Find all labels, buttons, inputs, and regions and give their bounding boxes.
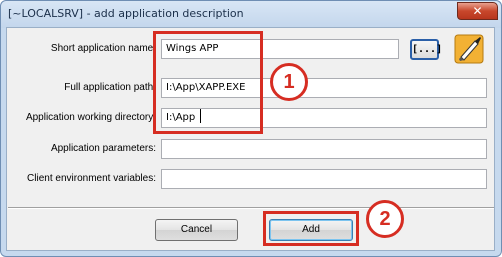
client-env-field[interactable] [161, 169, 487, 189]
annotation-box-1 [153, 31, 263, 134]
annotation-box-2 [263, 211, 359, 246]
title-bar[interactable]: [~LOCALSRV] - add application descriptio… [1, 1, 501, 28]
separator [8, 207, 494, 209]
parameters-field[interactable] [161, 139, 487, 159]
close-button[interactable]: ✕ [457, 2, 498, 20]
cancel-button[interactable]: Cancel [155, 219, 238, 241]
annotation-step-1: 1 [270, 63, 308, 101]
full-path-label: Full application path: [64, 82, 156, 93]
short-name-label: Short application name: [50, 43, 156, 54]
browse-button[interactable]: [...] [410, 39, 442, 60]
parameters-label: Application parameters: [50, 143, 156, 154]
working-dir-label: Application working directory: [25, 112, 156, 123]
window-title: [~LOCALSRV] - add application descriptio… [8, 7, 244, 20]
paint-brush-arrow-icon[interactable] [453, 33, 485, 65]
annotation-step-2: 2 [366, 200, 404, 238]
client-env-label: Client environment variables: [27, 173, 156, 184]
